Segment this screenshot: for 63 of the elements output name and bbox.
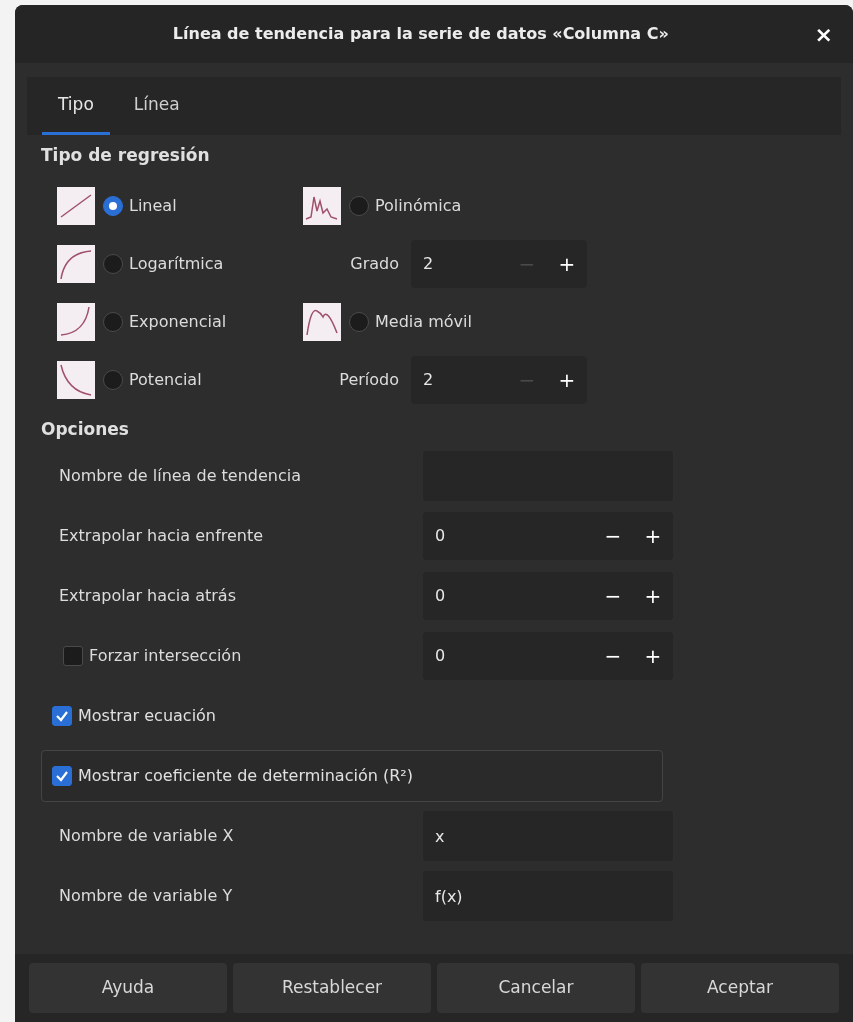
text-field[interactable]: f(x) <box>423 871 673 921</box>
dialog-button[interactable]: Aceptar <box>641 963 839 1013</box>
increment-button[interactable]: + <box>633 512 673 560</box>
tab[interactable]: Tipo <box>42 77 110 135</box>
radio-button[interactable] <box>349 195 369 216</box>
radio-button[interactable] <box>103 253 123 274</box>
checkbox[interactable] <box>52 766 72 786</box>
check-icon <box>55 709 69 723</box>
increment-button[interactable]: + <box>547 239 587 288</box>
field-label: Nombre de variable Y <box>59 885 234 907</box>
dialog-button[interactable]: Restablecer <box>233 963 431 1013</box>
checkbox-option[interactable]: Mostrar coeficiente de determinación (R²) <box>41 750 663 802</box>
spin-field[interactable]: 0 − + <box>423 632 673 680</box>
increment-button[interactable]: + <box>547 355 587 404</box>
trend-curve-icon <box>57 302 95 341</box>
radio-button[interactable] <box>103 369 123 390</box>
dialog-button[interactable]: Ayuda <box>29 963 227 1013</box>
increment-button[interactable]: + <box>633 632 673 680</box>
spin-value: 0 <box>435 645 447 667</box>
section-heading: Tipo de regresión <box>41 144 211 167</box>
spin-field[interactable]: 2 − + <box>411 239 587 288</box>
check-icon <box>55 769 69 783</box>
radio-option[interactable]: Exponencial <box>103 309 227 334</box>
spin-field[interactable]: 0 − + <box>423 572 673 620</box>
radio-option[interactable]: Lineal <box>103 193 177 218</box>
radio-option[interactable]: Potencial <box>103 367 202 392</box>
field-label: Nombre de línea de tendencia <box>59 465 303 487</box>
spin-field[interactable]: 2 − + <box>411 355 587 404</box>
spin-value: 2 <box>423 368 435 391</box>
spin-field[interactable]: 0 − + <box>423 512 673 560</box>
radio-button[interactable] <box>103 311 123 332</box>
trend-curve-icon <box>57 360 95 399</box>
trend-curve-icon <box>57 186 95 225</box>
spin-value: 0 <box>435 585 447 607</box>
checkbox[interactable] <box>63 646 83 666</box>
increment-button[interactable]: + <box>633 572 673 620</box>
radio-button[interactable] <box>349 311 369 332</box>
trend-curve-icon <box>303 302 341 341</box>
decrement-button[interactable]: − <box>593 632 633 680</box>
dialog-button[interactable]: Cancelar <box>437 963 635 1013</box>
field-label: Extrapolar hacia enfrente <box>59 525 265 547</box>
window-title: Línea de tendencia para la serie de datos «Columna C» <box>172 23 669 45</box>
checkbox[interactable] <box>52 706 72 726</box>
trend-curve-icon <box>57 244 95 283</box>
radio-option[interactable]: Media móvil <box>349 309 472 334</box>
spin-label: Grado <box>349 252 399 275</box>
text-field[interactable]: x <box>423 811 673 861</box>
close-button[interactable]: × <box>810 17 837 51</box>
decrement-button[interactable]: − <box>593 572 633 620</box>
checkbox-option[interactable]: Forzar intersección <box>63 644 423 668</box>
spin-value: 0 <box>435 525 447 547</box>
field-label: Nombre de variable X <box>59 825 235 847</box>
spin-label: Período <box>338 368 399 391</box>
tab[interactable]: Línea <box>117 77 196 135</box>
radio-button[interactable] <box>103 195 123 216</box>
field-label: Extrapolar hacia atrás <box>59 585 237 607</box>
checkbox-option[interactable]: Mostrar ecuación <box>41 690 663 742</box>
radio-option[interactable]: Polinómica <box>349 193 462 218</box>
decrement-button[interactable]: − <box>593 512 633 560</box>
spin-value: 2 <box>423 252 435 275</box>
section-heading: Opciones <box>41 417 130 441</box>
trend-curve-icon <box>303 186 341 225</box>
radio-option[interactable]: Logarítmica <box>103 251 224 276</box>
